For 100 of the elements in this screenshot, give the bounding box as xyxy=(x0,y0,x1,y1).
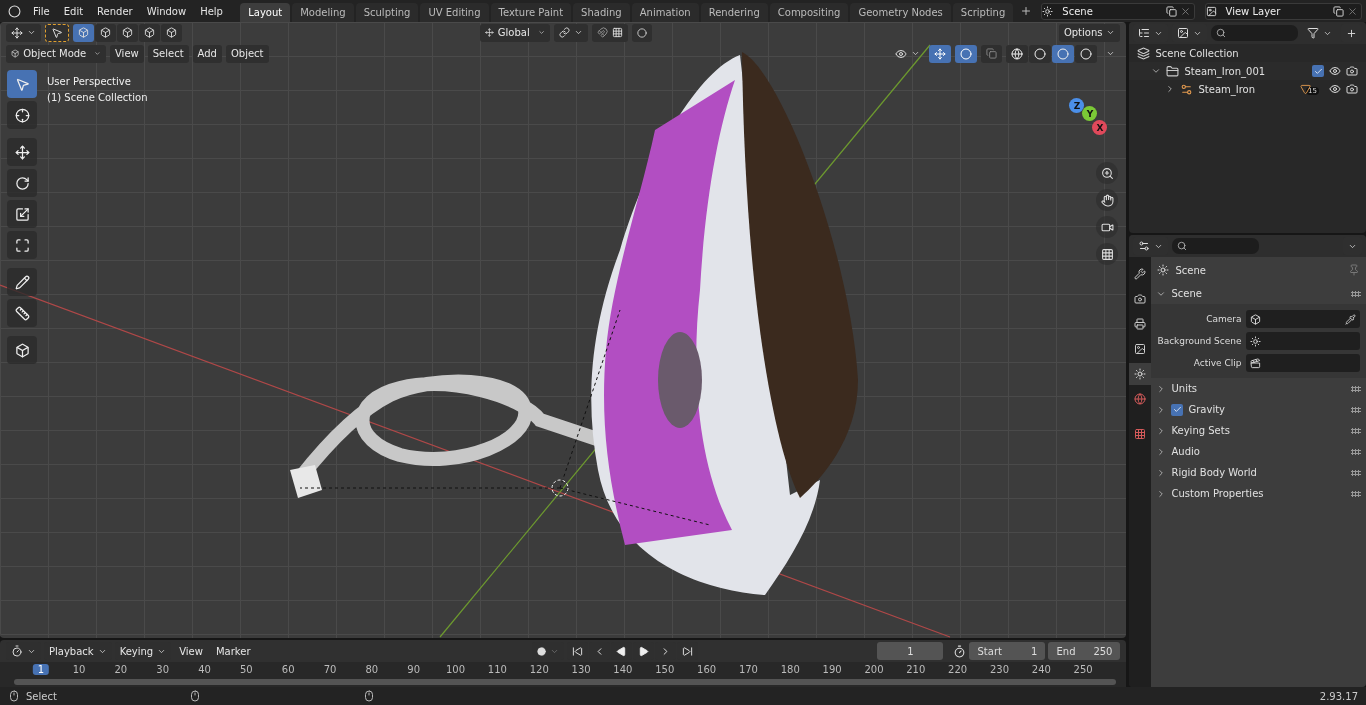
end-frame-field[interactable]: End 250 xyxy=(1048,642,1121,660)
editor-type-button[interactable] xyxy=(6,23,41,42)
panel-header[interactable]: Units xyxy=(1151,378,1366,399)
move-arrows-icon xyxy=(14,144,30,160)
camera-icon xyxy=(1346,83,1358,95)
shading-mode-button[interactable] xyxy=(1006,44,1029,63)
tool-button[interactable] xyxy=(7,268,37,296)
workspace-tab[interactable]: Modeling xyxy=(292,2,354,22)
workspace-tab[interactable]: Geometry Nodes xyxy=(850,2,951,22)
selection-mode-button[interactable] xyxy=(117,23,138,42)
hand-icon xyxy=(1101,193,1114,207)
drag-handle-icon[interactable] xyxy=(1351,406,1361,413)
transform-icon xyxy=(14,237,30,253)
shading-mode-button[interactable] xyxy=(1052,44,1075,63)
search-field[interactable] xyxy=(1211,25,1298,41)
panel-header[interactable]: Keying Sets xyxy=(1151,420,1366,441)
menu-item[interactable]: Render xyxy=(91,2,139,20)
drag-handle-icon[interactable] xyxy=(1351,290,1361,297)
panel-header[interactable]: Scene xyxy=(1151,283,1366,304)
workspace-tab[interactable]: Texture Paint xyxy=(490,2,572,22)
axis-gizmo-handle[interactable]: Z xyxy=(1069,98,1085,113)
selection-mode-button[interactable] xyxy=(73,23,94,42)
mode-dropdown[interactable]: Object Mode xyxy=(6,44,106,63)
crosshair-icon xyxy=(14,107,30,123)
selection-mode-button[interactable] xyxy=(161,23,182,42)
properties-tab[interactable] xyxy=(1129,363,1152,385)
viewport-menu[interactable]: Select xyxy=(147,44,189,63)
workspace-tab[interactable]: UV Editing xyxy=(420,2,489,22)
timeline-menu[interactable]: Marker xyxy=(210,642,256,660)
transform-orientation-dropdown[interactable]: Global xyxy=(480,23,550,42)
object-picker-field[interactable] xyxy=(1246,310,1360,328)
frame-number: 30 xyxy=(155,664,171,675)
selection-mode-button[interactable] xyxy=(139,23,160,42)
snap-button[interactable] xyxy=(592,23,628,42)
tool-button[interactable] xyxy=(7,169,37,197)
object-picker-field[interactable] xyxy=(1246,354,1360,372)
camera-icon xyxy=(1346,65,1358,77)
workspace-tab[interactable]: Scripting xyxy=(952,2,1014,22)
drag-handle-icon[interactable] xyxy=(1351,385,1361,392)
viewport-menu[interactable]: View xyxy=(110,44,144,63)
timeline-menu[interactable]: View xyxy=(174,642,208,660)
gizmo-toggle[interactable] xyxy=(929,44,952,63)
camera-view-button[interactable] xyxy=(1096,216,1119,238)
options-dropdown[interactable]: Options xyxy=(1058,23,1121,42)
current-frame-marker[interactable]: 1 xyxy=(32,664,50,675)
workspace-tab[interactable]: Rendering xyxy=(700,2,768,22)
proportional-edit-button[interactable] xyxy=(632,23,652,42)
timeline-scrollbar[interactable] xyxy=(14,679,1117,685)
viewport-menu[interactable]: Add xyxy=(192,44,222,63)
panel-header[interactable]: Custom Properties xyxy=(1151,483,1366,504)
frame-number: 210 xyxy=(905,664,927,675)
3d-viewport[interactable]: Global Options Object Mode View Select Add Object User Perspective (1) Scene Collection X Y Z xyxy=(0,22,1127,638)
panel-header[interactable]: Gravity xyxy=(1151,399,1366,420)
drag-handle-icon[interactable] xyxy=(1351,427,1361,434)
tool-button[interactable] xyxy=(45,23,69,42)
axis-gizmo-handle[interactable]: Y xyxy=(1082,106,1098,121)
selection-mode-button[interactable] xyxy=(95,23,116,42)
workspace-tab[interactable]: Layout xyxy=(240,2,291,22)
zoom-button[interactable] xyxy=(1096,162,1119,184)
panel-header[interactable]: Rigid Body World xyxy=(1151,462,1366,483)
outliner-item-label: Scene Collection xyxy=(1155,47,1239,59)
xray-toggle[interactable] xyxy=(981,44,1003,63)
drag-handle-icon[interactable] xyxy=(1351,448,1361,455)
exclude-checkbox[interactable] xyxy=(1312,65,1324,77)
scene-selector[interactable]: Scene xyxy=(1041,2,1196,20)
search-field[interactable] xyxy=(1172,238,1259,254)
pivot-dropdown[interactable] xyxy=(554,23,588,42)
drag-handle-icon[interactable] xyxy=(1351,469,1361,476)
workspace-tab[interactable]: Compositing xyxy=(769,2,849,22)
view-layer-selector[interactable]: View Layer xyxy=(1204,2,1362,20)
start-frame-field[interactable]: Start 1 xyxy=(969,642,1046,660)
menu-item[interactable]: Edit xyxy=(57,2,90,20)
shading-mode-button[interactable] xyxy=(1075,44,1098,63)
tool-button[interactable] xyxy=(7,200,37,228)
workspace-tab[interactable]: Animation xyxy=(631,2,699,22)
panel-title: Custom Properties xyxy=(1171,488,1264,499)
workspace-tab[interactable]: Sculpting xyxy=(355,2,419,22)
tool-button[interactable] xyxy=(7,299,37,327)
axis-gizmo-handle[interactable]: X xyxy=(1092,120,1108,135)
current-frame-field[interactable]: 1 xyxy=(877,642,944,660)
perspective-toggle-button[interactable] xyxy=(1096,243,1119,265)
pan-button[interactable] xyxy=(1096,189,1119,211)
viewport-menu[interactable]: Object xyxy=(225,44,269,63)
caret-icon xyxy=(574,28,583,37)
object-picker-field[interactable] xyxy=(1246,332,1360,350)
drag-handle-icon[interactable] xyxy=(1351,490,1361,497)
field-value: 250 xyxy=(1093,645,1113,657)
checkbox[interactable] xyxy=(1171,403,1184,416)
tool-button[interactable] xyxy=(7,336,37,364)
menu-item[interactable]: File xyxy=(27,2,56,20)
shading-mode-button[interactable] xyxy=(1029,44,1052,63)
overlay-toggle[interactable] xyxy=(955,44,978,63)
sliders-icon xyxy=(1138,240,1151,252)
panel-header[interactable]: Audio xyxy=(1151,441,1366,462)
tool-button[interactable] xyxy=(7,101,37,129)
menu-item[interactable]: Window xyxy=(140,2,193,20)
workspace-tab[interactable]: Shading xyxy=(573,2,630,22)
menu-item[interactable]: Help xyxy=(194,2,229,20)
tool-button[interactable] xyxy=(7,138,37,166)
tool-button[interactable] xyxy=(7,231,37,259)
